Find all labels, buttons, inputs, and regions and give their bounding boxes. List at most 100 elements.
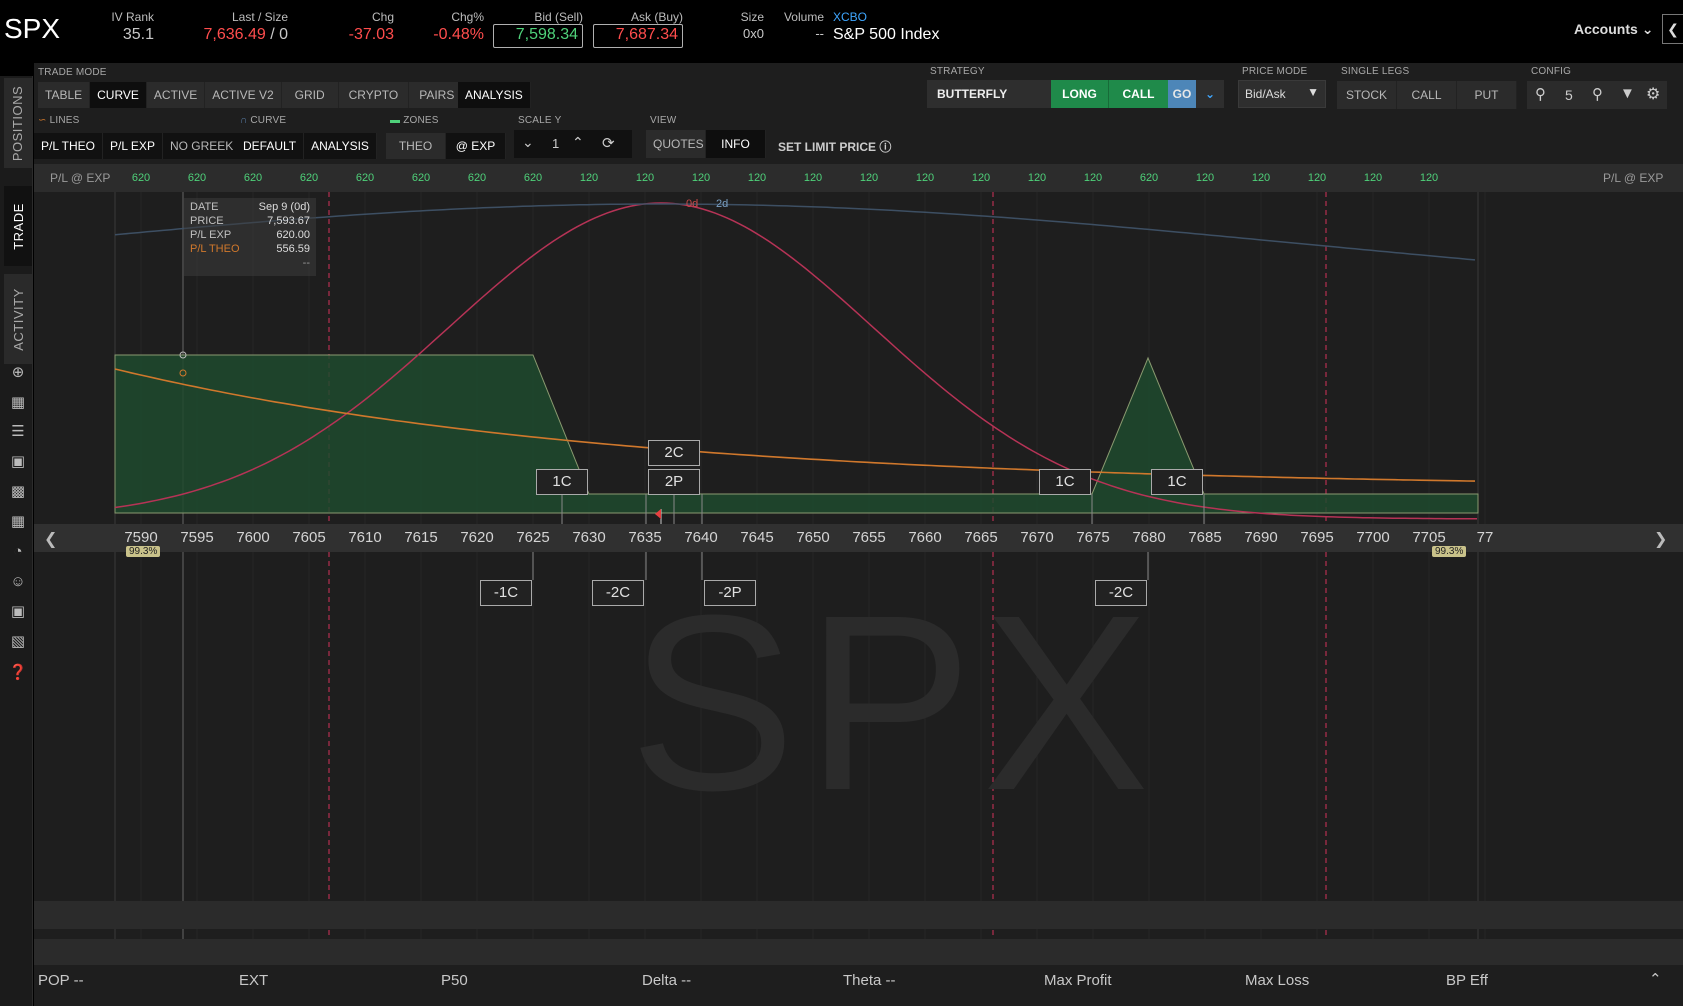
axis-tick-label: 7590 bbox=[124, 529, 158, 546]
symbol[interactable]: SPX bbox=[4, 13, 60, 45]
tab-positions[interactable]: POSITIONS bbox=[4, 78, 32, 168]
single-leg-call[interactable]: CALL bbox=[1397, 81, 1457, 109]
leg-below-neg2p[interactable]: -2P bbox=[704, 580, 756, 606]
scale-y-control: ⌄ 1 ⌃ ⟳ bbox=[514, 130, 632, 158]
zones-label: ▬ ZONES bbox=[390, 115, 439, 126]
collapse-panel-button[interactable]: ❮ bbox=[1662, 14, 1683, 44]
price-axis[interactable]: ❮ ❯ 7590 7595 7600 7605 7610 7615 7620 7625 7630… bbox=[34, 524, 1683, 557]
leg-below-neg2c-2[interactable]: -2C bbox=[1095, 580, 1147, 606]
profit-zone bbox=[114, 354, 1479, 514]
tab-curve[interactable]: CURVE bbox=[90, 82, 147, 108]
axis-tick-label: 7625 bbox=[516, 529, 550, 546]
tab-active-v2[interactable]: ACTIVE V2 bbox=[205, 82, 282, 108]
view-quotes[interactable]: QUOTES bbox=[646, 130, 706, 158]
type-button[interactable]: CALL bbox=[1108, 80, 1168, 108]
curve-analysis[interactable]: ANALYSIS bbox=[304, 133, 377, 159]
bid-button[interactable]: 7,598.34 bbox=[493, 24, 583, 48]
change-pct: Chg% -0.48% bbox=[420, 10, 484, 44]
tab-pairs[interactable]: PAIRS bbox=[409, 82, 466, 108]
zone-exp[interactable]: @ EXP bbox=[446, 133, 506, 159]
tab-table[interactable]: TABLE bbox=[38, 82, 91, 108]
leg-above-2p[interactable]: 2P bbox=[648, 469, 700, 495]
exchange[interactable]: XCBO bbox=[833, 10, 867, 24]
list-icon[interactable]: ☰ bbox=[8, 422, 28, 442]
leg-above-2c[interactable]: 2C bbox=[648, 440, 700, 466]
go-button[interactable]: GO bbox=[1168, 80, 1196, 108]
tab-activity[interactable]: ACTIVITY bbox=[4, 274, 32, 364]
change: Chg -37.03 bbox=[336, 10, 394, 44]
strategy-options-button[interactable]: ⌄ bbox=[1196, 80, 1224, 108]
leg-below-neg1c[interactable]: -1C bbox=[480, 580, 532, 606]
crosshair-icon[interactable]: ⊕ bbox=[8, 363, 28, 383]
axis-tick-label: 7645 bbox=[740, 529, 774, 546]
tooltip-price-label: PRICE bbox=[190, 215, 224, 227]
people-icon[interactable]: ☺ bbox=[8, 572, 28, 592]
calendar-icon[interactable]: ▣ bbox=[8, 602, 28, 622]
axis-tick-label: 7670 bbox=[1020, 529, 1054, 546]
accounts-dropdown[interactable]: Accounts ⌄ bbox=[1574, 21, 1653, 38]
reset-icon[interactable]: ⟳ bbox=[602, 134, 615, 152]
curve-default[interactable]: DEFAULT bbox=[236, 133, 305, 159]
dashboard-icon[interactable]: ▦ bbox=[8, 512, 28, 532]
strategy-dropdown[interactable]: BUTTERFLY bbox=[927, 80, 1051, 108]
line-pl-exp[interactable]: P/L EXP bbox=[103, 133, 163, 159]
tab-active[interactable]: ACTIVE bbox=[146, 82, 206, 108]
zoom-out-icon[interactable]: ⚲ bbox=[1535, 85, 1546, 103]
single-leg-stock[interactable]: STOCK bbox=[1337, 81, 1397, 109]
single-leg-put[interactable]: PUT bbox=[1457, 81, 1517, 109]
leg-below-neg2c[interactable]: -2C bbox=[592, 580, 644, 606]
zones-icon: ▬ bbox=[390, 115, 401, 126]
price-mode-select[interactable]: Bid/Ask ▼ bbox=[1238, 80, 1326, 108]
line-pl-theo[interactable]: P/L THEO bbox=[34, 133, 104, 159]
bid-label-wrap: Bid (Sell) bbox=[493, 10, 583, 24]
lines-label-text: LINES bbox=[49, 115, 80, 126]
tab-grid[interactable]: GRID bbox=[281, 82, 339, 108]
chevron-up-icon[interactable]: ⌃ bbox=[1649, 970, 1662, 988]
chevron-left-icon[interactable]: ❮ bbox=[44, 529, 57, 549]
scale-y-label: SCALE Y bbox=[518, 115, 562, 126]
ask-button[interactable]: 7,687.34 bbox=[593, 24, 683, 48]
trade-mode-label: TRADE MODE bbox=[38, 67, 107, 78]
axis-tick-label: 7705 bbox=[1412, 529, 1446, 546]
stats-icon[interactable]: ▧ bbox=[8, 632, 28, 652]
analysis-toggle[interactable]: ANALYSIS bbox=[458, 82, 531, 108]
gear-icon[interactable]: ⚙ bbox=[1646, 84, 1660, 104]
quote-bar: SPX IV Rank 35.1 Last / Size 7,636.49 / … bbox=[0, 0, 1683, 60]
leg-above-1c-3[interactable]: 1C bbox=[1151, 469, 1203, 495]
view-label: VIEW bbox=[650, 115, 677, 126]
chevron-down-icon: ⌄ bbox=[1641, 21, 1654, 37]
theta-stat: Theta -- bbox=[843, 972, 896, 989]
strategy-builder: BUTTERFLY LONG CALL GO ⌄ bbox=[927, 80, 1224, 108]
gauge-icon[interactable]: ◔ bbox=[8, 542, 28, 562]
calendar-grid-icon[interactable]: ▩ bbox=[8, 482, 28, 502]
day-label-2d: 2d bbox=[716, 198, 729, 210]
report-icon[interactable]: ▦ bbox=[8, 393, 28, 413]
tv-icon[interactable]: ▣ bbox=[8, 452, 28, 472]
axis-tick-label: 7605 bbox=[292, 529, 326, 546]
zoom-in-icon[interactable]: ⚲ bbox=[1592, 85, 1603, 103]
tooltip-pltheo: 556.59 bbox=[276, 243, 310, 255]
help-icon[interactable]: ❓ bbox=[8, 663, 28, 683]
tab-positions-label: POSITIONS bbox=[10, 85, 26, 161]
scale-up-icon[interactable]: ⌃ bbox=[572, 134, 584, 151]
tab-trade[interactable]: TRADE bbox=[4, 186, 32, 266]
leg-label: -2C bbox=[1108, 584, 1134, 601]
leg-above-1c[interactable]: 1C bbox=[536, 469, 588, 495]
tab-crypto[interactable]: CRYPTO bbox=[338, 82, 410, 108]
view-info[interactable]: INFO bbox=[706, 130, 766, 158]
ask-label: Ask (Buy) bbox=[630, 10, 683, 24]
side-button[interactable]: LONG bbox=[1051, 80, 1108, 108]
leg-above-1c-2[interactable]: 1C bbox=[1039, 469, 1091, 495]
axis-tick-label: 7675 bbox=[1076, 529, 1110, 546]
chevron-right-icon[interactable]: ❯ bbox=[1654, 529, 1667, 549]
axis-tick-label: 7595 bbox=[180, 529, 214, 546]
price-mode-label: PRICE MODE bbox=[1242, 66, 1308, 77]
scroll-strip[interactable] bbox=[34, 901, 1683, 929]
scale-down-icon[interactable]: ⌄ bbox=[522, 134, 534, 151]
pl-curve-chart[interactable]: P/L @ EXP P/L @ EXP 620 620 620 620 620 620 62… bbox=[34, 164, 1683, 965]
last-size-value: / 0 bbox=[270, 26, 288, 43]
zone-theo[interactable]: THEO bbox=[386, 133, 446, 159]
bid-label: Bid (Sell) bbox=[534, 10, 583, 24]
set-limit-price-link[interactable]: SET LIMIT PRICE ⓘ bbox=[778, 138, 891, 155]
filter-icon[interactable]: ▼ bbox=[1620, 85, 1635, 102]
